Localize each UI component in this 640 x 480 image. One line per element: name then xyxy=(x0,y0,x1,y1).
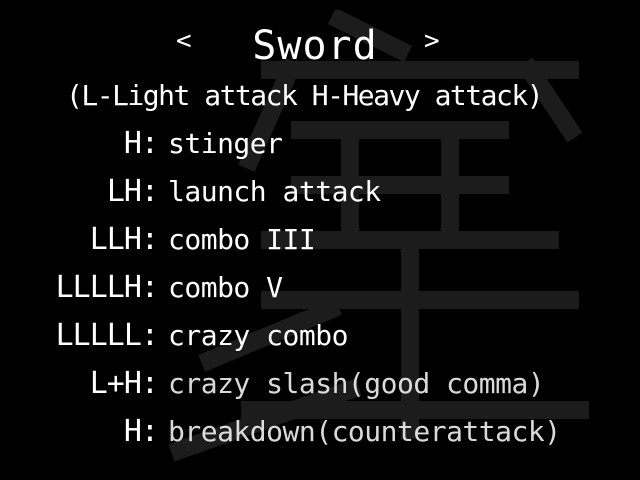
move-input: H: xyxy=(123,414,159,449)
move-row: LLLLH: combo V xyxy=(0,266,640,314)
move-row: LLLLL: crazy combo xyxy=(0,314,640,362)
prev-weapon-arrow[interactable]: < xyxy=(176,26,192,56)
move-row: H: breakdown(counterattack) xyxy=(0,410,640,458)
move-name: stinger xyxy=(168,127,283,160)
move-row: H: stinger xyxy=(0,122,640,170)
next-weapon-arrow[interactable]: > xyxy=(424,26,440,56)
move-input: LLH: xyxy=(89,222,159,257)
move-name: crazy slash(good comma) xyxy=(168,367,545,400)
weapon-title: Sword xyxy=(252,23,378,69)
controls-legend: (L-Light attack H-Heavy attack) xyxy=(66,79,544,112)
move-list: H: stinger LH: launch attack LLH: combo … xyxy=(0,122,640,458)
move-row: LLH: combo III xyxy=(0,218,640,266)
move-name: launch attack xyxy=(168,175,381,208)
move-name: breakdown(counterattack) xyxy=(168,415,561,448)
move-input: LLLLH: xyxy=(55,270,159,305)
move-list-screen: < Sword > (L-Light attack H-Heavy attack… xyxy=(0,0,640,480)
move-row: L+H: crazy slash(good comma) xyxy=(0,362,640,410)
move-name: combo V xyxy=(168,271,283,304)
move-name: crazy combo xyxy=(168,319,348,352)
move-input: LLLLL: xyxy=(55,318,159,353)
move-row: LH: launch attack xyxy=(0,170,640,218)
move-input: LH: xyxy=(106,174,159,209)
move-input: H: xyxy=(123,126,159,161)
move-input: L+H: xyxy=(89,366,159,401)
weapon-selector: < Sword > xyxy=(0,22,640,70)
move-name: combo III xyxy=(168,223,316,256)
